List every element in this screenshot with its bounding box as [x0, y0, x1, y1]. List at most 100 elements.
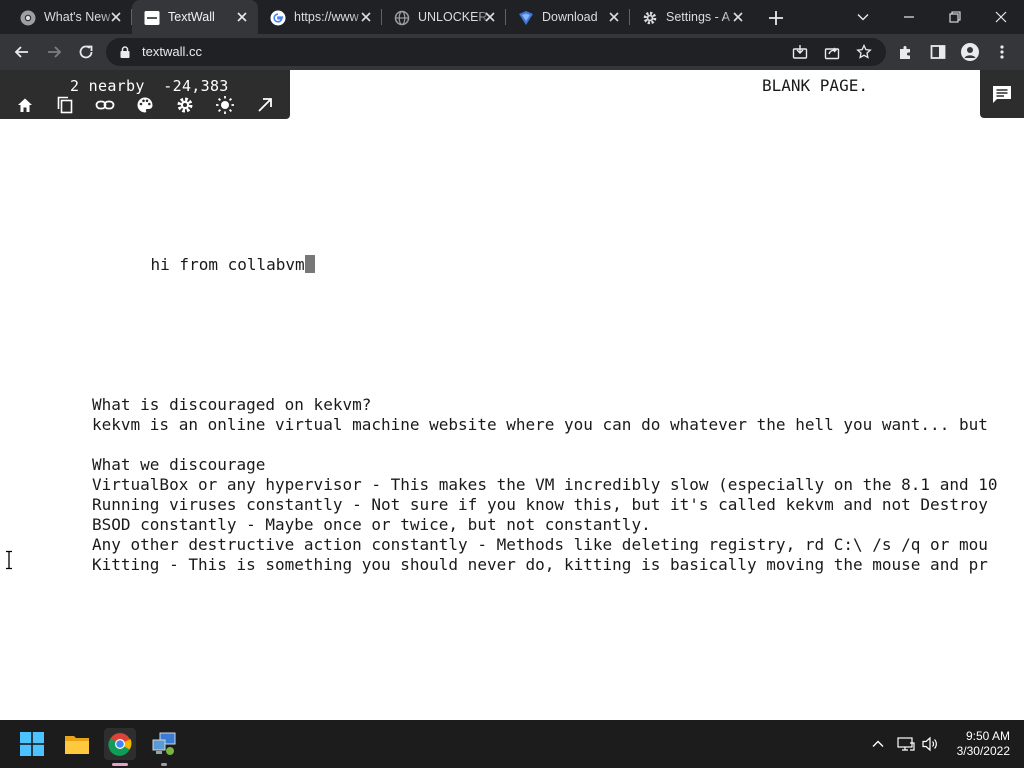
start-button[interactable] — [16, 728, 48, 760]
text-line: Kitting - This is something you should n… — [92, 555, 988, 574]
text-line: What we discourage — [92, 455, 266, 474]
close-icon[interactable] — [730, 9, 746, 25]
url-text: textwall.cc — [142, 44, 202, 59]
address-bar[interactable]: textwall.cc — [106, 38, 886, 66]
link-button[interactable] — [95, 95, 115, 115]
textwall-favicon — [144, 11, 160, 25]
windows-icon — [20, 732, 44, 756]
greeting-text-row[interactable]: hi from collabvm — [112, 235, 315, 295]
install-app-icon[interactable] — [792, 44, 808, 60]
system-clock[interactable]: 9:50 AM 3/30/2022 — [957, 729, 1010, 759]
link-icon — [95, 100, 115, 110]
chevron-up-icon — [872, 740, 884, 747]
gear-icon — [643, 11, 657, 25]
extensions-button[interactable] — [894, 40, 918, 64]
ibeam-cursor-icon — [6, 550, 12, 570]
arrow-left-icon — [14, 46, 28, 58]
tab-whats-new[interactable]: What's New — [8, 0, 132, 34]
side-panel-icon — [930, 45, 946, 59]
more-vert-icon — [1000, 45, 1004, 59]
text-cursor — [304, 255, 315, 273]
chrome-icon — [20, 10, 36, 26]
home-icon — [18, 98, 32, 112]
tab-textwall[interactable]: TextWall — [132, 0, 258, 34]
close-icon[interactable] — [482, 9, 498, 25]
greeting-text: hi from collabvm — [150, 255, 305, 274]
share-icon[interactable] — [824, 44, 840, 60]
minimize-button[interactable] — [886, 0, 932, 34]
text-line: Running viruses constantly - Not sure if… — [92, 495, 988, 514]
clock-date: 3/30/2022 — [956, 744, 1010, 758]
tab-settings[interactable]: Settings - A — [630, 0, 754, 34]
text-line: BSOD constantly - Maybe once or twice, b… — [92, 515, 651, 534]
network-icon — [897, 737, 915, 751]
text-line: VirtualBox or any hypervisor - This make… — [92, 475, 998, 494]
chat-button[interactable] — [980, 70, 1024, 118]
textwall-toolbar: 2 nearby -24,383 — [0, 70, 290, 119]
brightness-icon — [216, 96, 234, 114]
side-panel-button[interactable] — [926, 40, 950, 64]
avatar-icon — [961, 43, 979, 61]
volume-button[interactable] — [920, 734, 940, 754]
show-hidden-icons-button[interactable] — [868, 734, 888, 754]
blank-page-label: BLANK PAGE. — [762, 76, 868, 95]
tab-download[interactable]: Download — [506, 0, 630, 34]
palette-icon — [137, 97, 153, 113]
folder-icon — [65, 736, 89, 754]
profile-button[interactable] — [958, 40, 982, 64]
download-site-icon — [519, 11, 533, 25]
arrow-right-icon — [48, 46, 62, 58]
tab-search-button[interactable] — [840, 0, 886, 34]
home-button[interactable] — [15, 95, 35, 115]
color-button[interactable] — [135, 95, 155, 115]
browser-toolbar: textwall.cc — [0, 34, 1024, 70]
star-icon[interactable] — [856, 44, 872, 60]
text-line: Any other destructive action constantly … — [92, 535, 988, 554]
taskbar: 9:50 AM 3/30/2022 — [0, 720, 1024, 768]
lock-icon[interactable] — [118, 45, 132, 59]
close-window-button[interactable] — [978, 0, 1024, 34]
globe-icon — [394, 10, 410, 26]
minimize-icon — [904, 16, 914, 18]
copy-button[interactable] — [55, 95, 75, 115]
speaker-icon — [922, 736, 937, 752]
settings-button[interactable] — [175, 95, 195, 115]
clock-time: 9:50 AM — [965, 729, 1010, 743]
textwall-page[interactable]: 2 nearby -24,383 BLANK PAGE. hi from col… — [0, 70, 1024, 720]
copy-icon — [57, 96, 73, 114]
tab-title: TextWall — [168, 10, 215, 24]
close-icon[interactable] — [358, 9, 374, 25]
goto-button[interactable] — [255, 95, 275, 115]
puzzle-icon — [900, 46, 910, 59]
network-computer-icon — [152, 732, 176, 755]
active-indicator — [112, 763, 128, 766]
coordinates-readout: 2 nearby -24,383 — [70, 77, 229, 95]
reload-button[interactable] — [74, 40, 98, 64]
gear-icon — [177, 97, 193, 113]
theme-button[interactable] — [215, 95, 235, 115]
taskbar-app[interactable] — [148, 728, 180, 766]
chat-icon — [993, 86, 1011, 103]
text-line: What is discouraged on kekvm? — [92, 395, 372, 414]
tab-strip: What's New TextWall https://www UNLOCKER — [0, 0, 1024, 34]
network-button[interactable] — [896, 734, 916, 754]
restore-button[interactable] — [932, 0, 978, 34]
taskbar-chrome[interactable] — [104, 728, 136, 766]
chrome-icon — [108, 733, 132, 756]
close-icon — [995, 11, 1007, 23]
restore-icon — [949, 11, 961, 23]
close-icon[interactable] — [108, 9, 124, 25]
text-line: kekvm is an online virtual machine websi… — [92, 415, 988, 434]
close-icon[interactable] — [234, 9, 250, 25]
new-tab-button[interactable] — [765, 7, 787, 29]
running-indicator — [161, 763, 167, 766]
forward-button[interactable] — [42, 40, 66, 64]
google-icon — [270, 10, 286, 26]
taskbar-file-explorer[interactable] — [61, 728, 93, 760]
menu-button[interactable] — [990, 40, 1014, 64]
close-icon[interactable] — [606, 9, 622, 25]
back-button[interactable] — [10, 40, 34, 64]
tab-unlocker[interactable]: UNLOCKER — [382, 0, 506, 34]
tab-google[interactable]: https://www — [258, 0, 382, 34]
reload-icon — [79, 45, 93, 59]
